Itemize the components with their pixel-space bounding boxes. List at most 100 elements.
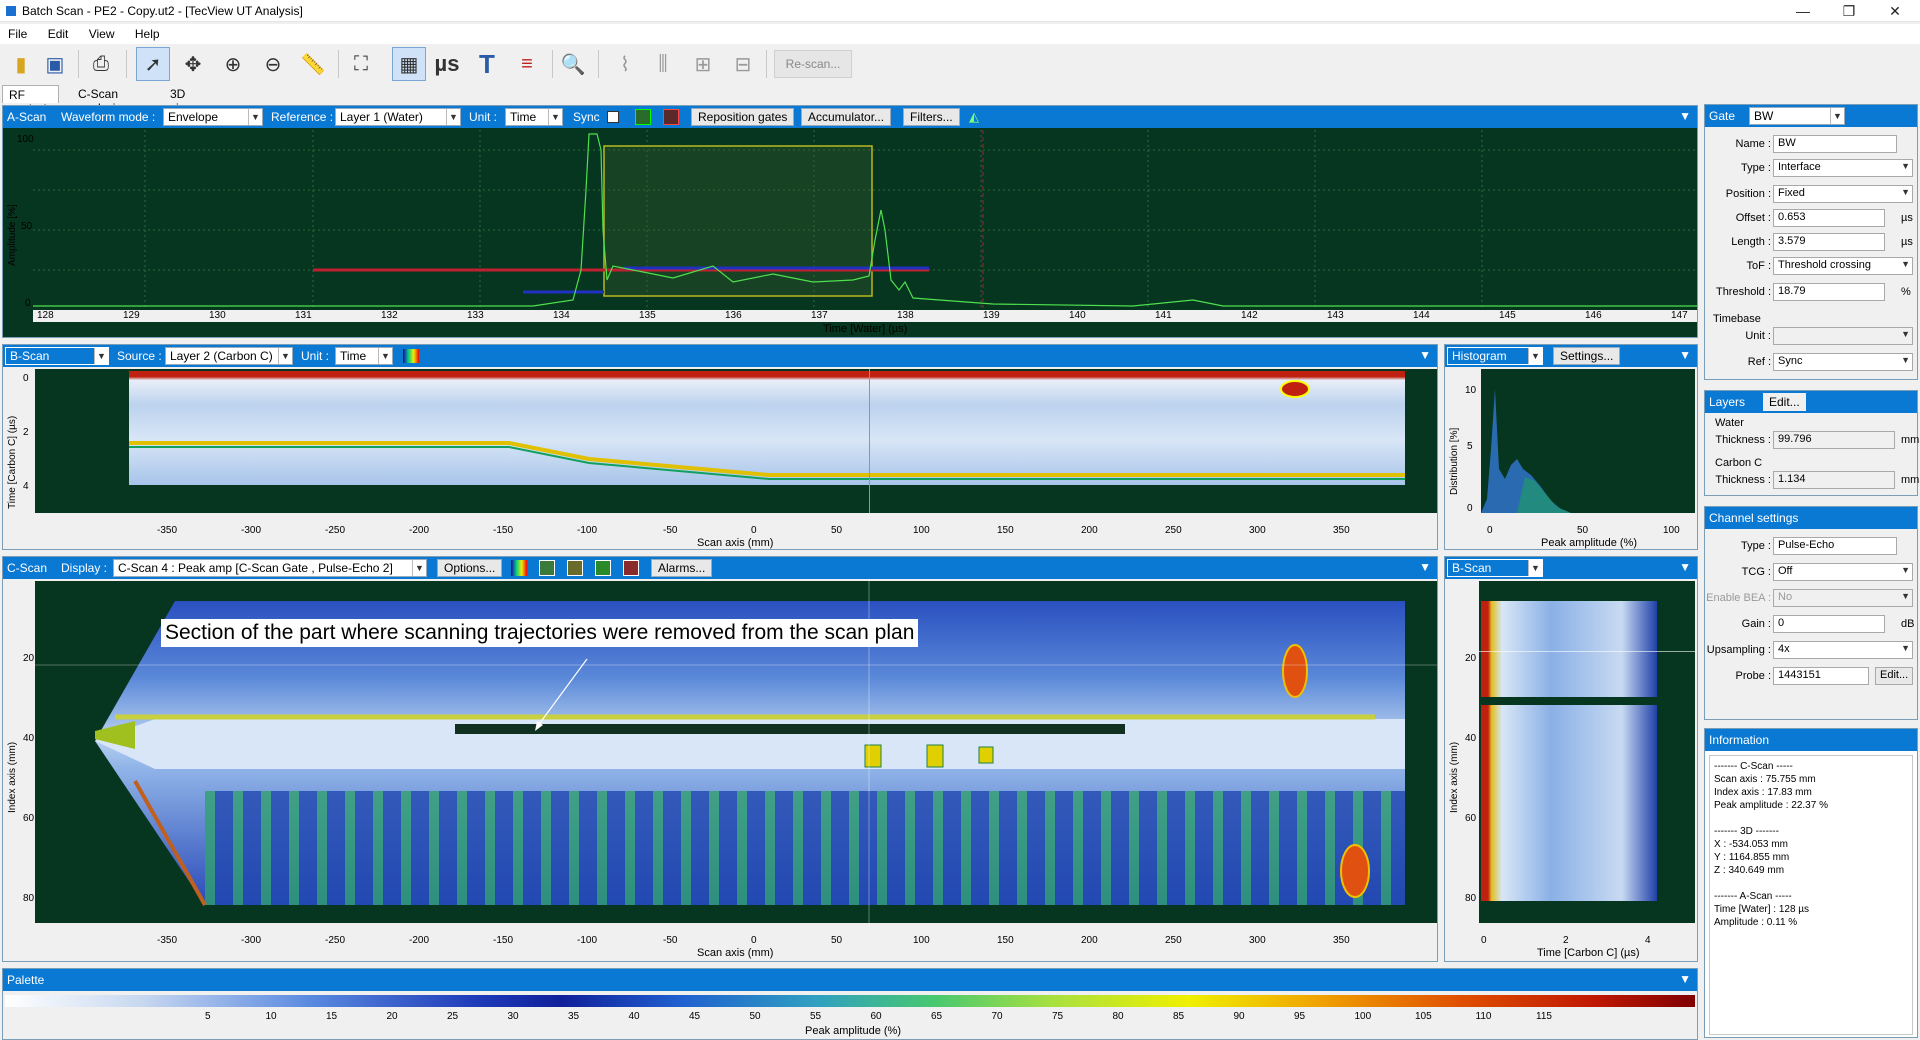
- collapse-icon[interactable]: ▼: [1679, 348, 1691, 362]
- open-folder-icon[interactable]: ▮: [4, 47, 38, 81]
- grid-toggle-icon[interactable]: ▦: [392, 47, 426, 81]
- gate-threshold-input[interactable]: 18.79: [1773, 283, 1885, 301]
- bscan-side-cursor[interactable]: [1479, 651, 1695, 652]
- sync-checkbox[interactable]: [607, 111, 619, 123]
- cscan-ytick: 80: [23, 893, 35, 904]
- palette-gradient[interactable]: [5, 995, 1695, 1007]
- menu-view[interactable]: View: [81, 24, 124, 41]
- layer-2-icon[interactable]: [567, 560, 583, 576]
- tab-3d-view[interactable]: 3D view: [164, 85, 200, 115]
- collapse-icon[interactable]: ▼: [1679, 560, 1691, 574]
- collapse-icon[interactable]: ▼: [1679, 109, 1691, 123]
- histogram-view-select[interactable]: Histogram ▼: [1447, 347, 1543, 365]
- cscan-y-label: Index axis (mm): [7, 741, 18, 813]
- save-icon[interactable]: ▣: [38, 47, 72, 81]
- gate-select[interactable]: BW ▼: [1749, 107, 1845, 125]
- bscan-top-cursor[interactable]: [869, 369, 870, 513]
- histogram-bars: [1481, 389, 1571, 513]
- bea-value: No: [1778, 591, 1793, 603]
- maximize-button[interactable]: ❐: [1826, 0, 1872, 22]
- gate-position-select[interactable]: Fixed ▼: [1773, 185, 1913, 203]
- print-icon[interactable]: ⎙: [84, 47, 118, 81]
- minimize-button[interactable]: —: [1780, 0, 1826, 22]
- filters-button[interactable]: Filters...: [903, 108, 960, 126]
- reposition-gates-button[interactable]: Reposition gates: [691, 108, 795, 126]
- layer-3-icon[interactable]: [595, 560, 611, 576]
- chevron-down-icon: ▼: [1901, 591, 1910, 601]
- bscan-unit-select[interactable]: Time ▼: [335, 347, 393, 365]
- gate-offset-input[interactable]: 0.653: [1773, 209, 1885, 227]
- waveform-mode-select[interactable]: Envelope ▼: [163, 108, 263, 126]
- display-select[interactable]: C-Scan 4 : Peak amp [C-Scan Gate , Pulse…: [113, 559, 427, 577]
- layer-1-icon[interactable]: [539, 560, 555, 576]
- alarms-button[interactable]: Alarms...: [651, 559, 713, 577]
- gate-color-green-icon[interactable]: [635, 109, 651, 125]
- ascan-xtick: 134: [553, 310, 570, 321]
- cscan-plot[interactable]: Section of the part where scanning traje…: [35, 581, 1437, 923]
- collapse-icon[interactable]: ▼: [1679, 972, 1691, 986]
- ascan-plot[interactable]: [33, 130, 1697, 308]
- xtick: 50: [831, 935, 843, 946]
- text-tool-icon[interactable]: T: [470, 47, 504, 81]
- gate-color-red-icon[interactable]: [663, 109, 679, 125]
- cscan-header: C-Scan Display : C-Scan 4 : Peak amp [C-…: [3, 557, 1437, 579]
- cscan-options-button[interactable]: Options...: [437, 559, 503, 577]
- close-button[interactable]: ✕: [1872, 0, 1918, 22]
- tab-rf-analysis[interactable]: RF analysis: [2, 85, 60, 116]
- timebase-ref-select[interactable]: Sync ▼: [1773, 353, 1913, 371]
- ascan-unit-select[interactable]: Time ▼: [505, 108, 563, 126]
- timebase-unit-select[interactable]: ▼: [1773, 327, 1913, 345]
- pointer-tool-icon[interactable]: ➚: [136, 47, 170, 81]
- menu-file[interactable]: File: [0, 24, 36, 41]
- chevron-down-icon: ▼: [446, 109, 460, 125]
- reference-select[interactable]: Layer 1 (Water) ▼: [335, 108, 461, 126]
- gate-length-input[interactable]: 3.579: [1773, 233, 1885, 251]
- pan-tool-icon[interactable]: ✥: [176, 47, 210, 81]
- bscan-side-view-select[interactable]: B-Scan ▼: [1447, 559, 1543, 577]
- tcg-select[interactable]: Off ▼: [1773, 563, 1913, 581]
- layers-edit-tab[interactable]: Edit...: [1763, 393, 1806, 411]
- menu-help[interactable]: Help: [127, 24, 169, 41]
- measure-ruler-icon[interactable]: 📏: [296, 47, 330, 81]
- palette-x-label: Peak amplitude (%): [805, 1025, 901, 1037]
- gate-name-input[interactable]: BW: [1773, 135, 1897, 153]
- gate-tof-select[interactable]: Threshold crossing ▼: [1773, 257, 1913, 275]
- collapse-icon[interactable]: ▼: [1419, 560, 1431, 574]
- multi-waveform-icon[interactable]: ⫼: [646, 47, 680, 81]
- layers-tab[interactable]: Layers: [1709, 395, 1745, 409]
- palette-tick: 50: [749, 1011, 761, 1022]
- tab-cscan-analysis[interactable]: C-Scan analysis: [72, 85, 127, 115]
- layer-4-icon[interactable]: [623, 560, 639, 576]
- gain-input[interactable]: 0: [1773, 615, 1885, 633]
- source-select[interactable]: Layer 2 (Carbon C) ▼: [165, 347, 293, 365]
- fit-view-icon[interactable]: ⛶: [344, 47, 378, 81]
- palette-icon[interactable]: [511, 560, 527, 576]
- palette-toggle-icon[interactable]: [403, 349, 419, 363]
- rescan-button[interactable]: Re-scan...: [774, 50, 852, 78]
- waveform-icon[interactable]: ⌇: [608, 47, 642, 81]
- zoom-in-icon[interactable]: ⊕: [216, 47, 250, 81]
- bscan-side-plot[interactable]: [1479, 581, 1695, 923]
- inspect-icon[interactable]: 🔍: [556, 47, 590, 81]
- app-icon: [6, 6, 16, 16]
- layout-a-icon[interactable]: ⊞: [686, 47, 720, 81]
- accumulator-button[interactable]: Accumulator...: [801, 108, 892, 126]
- zoom-out-icon[interactable]: ⊖: [256, 47, 290, 81]
- envelope-icon[interactable]: ◭: [969, 109, 979, 125]
- bscan-top-plot[interactable]: [35, 369, 1437, 513]
- probe-edit-button[interactable]: Edit...: [1875, 667, 1914, 685]
- bea-select[interactable]: No ▼: [1773, 589, 1913, 607]
- gate-type-select[interactable]: Interface ▼: [1773, 159, 1913, 177]
- palette-header: Palette ▼: [3, 969, 1697, 991]
- bscan-view-select[interactable]: B-Scan ▼: [5, 347, 109, 365]
- upsampling-select[interactable]: 4x ▼: [1773, 641, 1913, 659]
- time-unit-icon[interactable]: µs: [430, 47, 464, 81]
- layout-b-icon[interactable]: ⊟: [726, 47, 760, 81]
- collapse-icon[interactable]: ▼: [1419, 348, 1431, 362]
- palette-tool-icon[interactable]: ≡: [510, 47, 544, 81]
- histogram-settings-button[interactable]: Settings...: [1553, 347, 1621, 365]
- menu-edit[interactable]: Edit: [40, 24, 78, 41]
- chevron-down-icon: ▼: [1528, 348, 1542, 364]
- ascan-ytick-50: 50: [21, 221, 33, 232]
- chevron-down-icon: ▼: [378, 348, 392, 364]
